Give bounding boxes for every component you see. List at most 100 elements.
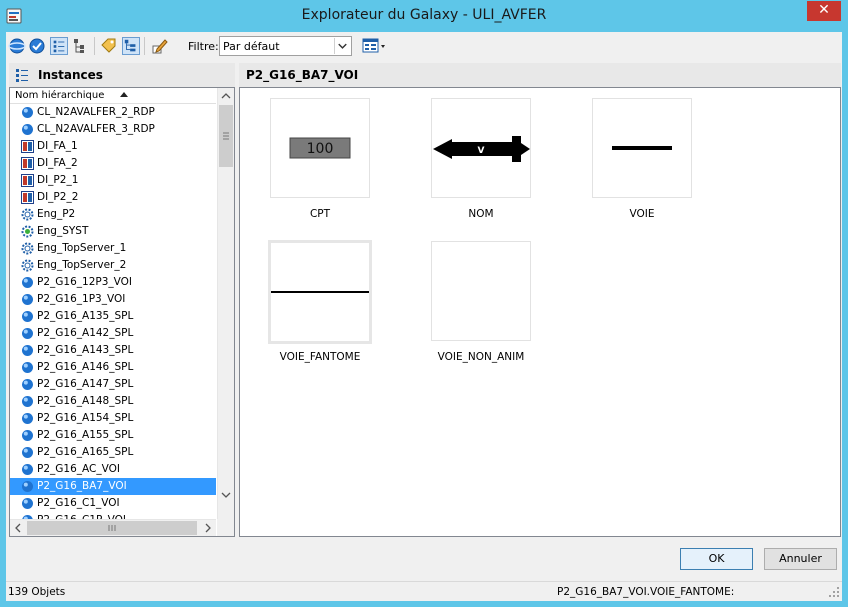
list-view-icon[interactable] <box>50 37 68 55</box>
sphere-icon <box>22 396 33 407</box>
symbol-tile-voie[interactable] <box>592 98 692 198</box>
sphere-icon <box>22 124 33 135</box>
status-bar: 139 Objets P2_G16_BA7_VOI.VOIE_FANTOME: <box>6 581 842 601</box>
title-bar[interactable]: Explorateur du Galaxy - ULI_AVFER ✕ <box>0 0 848 32</box>
instance-label: P2_G16_A142_SPL <box>37 327 134 339</box>
sphere-icon <box>22 277 33 288</box>
instance-item[interactable]: CL_N2AVALFER_2_RDP <box>10 104 216 121</box>
selected-instance-title: P2_G16_BA7_VOI <box>246 68 359 82</box>
scroll-right-icon[interactable] <box>199 520 216 536</box>
instance-item[interactable]: P2_G16_AC_VOI <box>10 461 216 478</box>
instance-item[interactable]: Eng_TopServer_2 <box>10 257 216 274</box>
sphere-icon <box>22 328 33 339</box>
horizontal-scrollbar-thumb[interactable] <box>27 521 197 535</box>
instance-item[interactable]: P2_G16_A143_SPL <box>10 342 216 359</box>
instance-label: P2_G16_A155_SPL <box>37 429 134 441</box>
sphere-icon <box>22 481 33 492</box>
instance-item[interactable]: P2_G16_12P3_VOI <box>10 274 216 291</box>
ghost-track-symbol <box>271 291 369 293</box>
instance-item[interactable]: P2_G16_BA7_VOI <box>10 478 216 495</box>
sphere-icon <box>22 311 33 322</box>
resize-grip-icon[interactable] <box>828 586 840 598</box>
check-icon[interactable] <box>28 37 46 55</box>
symbols-header: P2_G16_BA7_VOI <box>239 63 841 87</box>
instance-label: P2_G16_1P3_VOI <box>37 293 126 305</box>
instance-item[interactable]: DI_FA_2 <box>10 155 216 172</box>
instance-item[interactable]: DI_P2_2 <box>10 189 216 206</box>
instance-label: P2_G16_12P3_VOI <box>37 276 132 288</box>
symbol-tile-nom[interactable]: V <box>431 98 531 198</box>
sphere-icon <box>22 362 33 373</box>
hierarchy-view-icon[interactable] <box>122 37 140 55</box>
instance-item[interactable]: P2_G16_A146_SPL <box>10 359 216 376</box>
instance-item[interactable]: Eng_TopServer_1 <box>10 240 216 257</box>
instance-item[interactable]: Eng_SYST <box>10 223 216 240</box>
instance-item[interactable]: P2_G16_C1_VOI <box>10 495 216 512</box>
filter-dropdown[interactable]: Par défaut <box>219 36 352 56</box>
instance-item[interactable]: Eng_P2 <box>10 206 216 223</box>
gear-icon <box>21 208 34 221</box>
instance-label: DI_FA_2 <box>37 157 78 169</box>
tag-icon[interactable] <box>100 37 118 55</box>
instance-label: CL_N2AVALFER_2_RDP <box>37 106 155 118</box>
toolbar-separator <box>94 37 95 55</box>
instance-label: P2_G16_A154_SPL <box>37 412 134 424</box>
instances-header: Instances <box>9 63 235 87</box>
device-icon <box>21 174 34 187</box>
tree-view-icon[interactable] <box>72 37 90 55</box>
window-title: Explorateur du Galaxy - ULI_AVFER <box>301 7 547 23</box>
symbol-label-voie: VOIE <box>629 208 655 220</box>
selection-path: P2_G16_BA7_VOI.VOIE_FANTOME: <box>557 586 735 598</box>
instance-label: P2_G16_A135_SPL <box>37 310 134 322</box>
instance-item[interactable]: P2_G16_1P3_VOI <box>10 291 216 308</box>
sphere-icon <box>22 464 33 475</box>
name-arrow-symbol: V <box>433 136 530 162</box>
instance-item[interactable]: P2_G16_A165_SPL <box>10 444 216 461</box>
vertical-scrollbar[interactable] <box>217 88 234 520</box>
close-button[interactable]: ✕ <box>807 1 841 21</box>
instance-label: P2_G16_A146_SPL <box>37 361 134 373</box>
instance-label: DI_P2_1 <box>37 174 79 186</box>
instance-item[interactable]: P2_G16_A154_SPL <box>10 410 216 427</box>
cancel-button[interactable]: Annuler <box>764 548 837 570</box>
sphere-icon <box>22 294 33 305</box>
instance-item[interactable]: P2_G16_A155_SPL <box>10 427 216 444</box>
scrollbar-thumb[interactable] <box>219 105 233 167</box>
instance-label: P2_G16_A165_SPL <box>37 446 134 458</box>
instance-item[interactable]: DI_P2_1 <box>10 172 216 189</box>
scroll-left-icon[interactable] <box>10 520 27 536</box>
instance-item[interactable]: P2_G16_A135_SPL <box>10 308 216 325</box>
instance-item[interactable]: P2_G16_A147_SPL <box>10 376 216 393</box>
scroll-down-icon[interactable] <box>218 486 234 503</box>
symbol-label-voie-non-anim: VOIE_NON_ANIM <box>437 351 525 363</box>
ok-button[interactable]: OK <box>680 548 753 570</box>
filter-value: Par défaut <box>223 40 280 53</box>
symbol-label-cpt: CPT <box>309 208 331 220</box>
svg-text:V: V <box>478 146 485 156</box>
sphere-icon <box>22 107 33 118</box>
symbol-tile-cpt[interactable]: 100 <box>270 98 370 198</box>
symbol-tile-voie-non-anim[interactable] <box>431 241 531 341</box>
view-options-icon[interactable] <box>362 37 388 55</box>
scroll-up-icon[interactable] <box>218 88 234 105</box>
symbol-grid: 100 CPT V NOM VOIE VOIE_FANTOME VOIE_NON… <box>239 87 841 537</box>
instance-item[interactable]: CL_N2AVALFER_3_RDP <box>10 121 216 138</box>
horizontal-scrollbar[interactable] <box>10 519 216 536</box>
gear-green-icon <box>21 225 34 238</box>
instance-item[interactable]: P2_G16_A148_SPL <box>10 393 216 410</box>
sphere-icon <box>22 345 33 356</box>
instance-label: P2_G16_BA7_VOI <box>35 480 129 492</box>
sort-ascending-icon <box>119 92 128 97</box>
instance-label: DI_P2_2 <box>37 191 79 203</box>
list-view-icon <box>16 69 28 82</box>
filter-pencil-icon[interactable] <box>151 37 169 55</box>
instance-label: DI_FA_1 <box>37 140 78 152</box>
symbol-tile-voie-fantome[interactable] <box>268 240 372 344</box>
sphere-icon <box>22 447 33 458</box>
column-header-hierarchical-name[interactable]: Nom hiérarchique <box>10 88 216 104</box>
instance-label: P2_G16_AC_VOI <box>37 463 120 475</box>
galaxy-icon[interactable] <box>8 37 26 55</box>
instance-item[interactable]: DI_FA_1 <box>10 138 216 155</box>
instance-item[interactable]: P2_G16_A142_SPL <box>10 325 216 342</box>
instance-label: Eng_TopServer_2 <box>37 259 127 271</box>
